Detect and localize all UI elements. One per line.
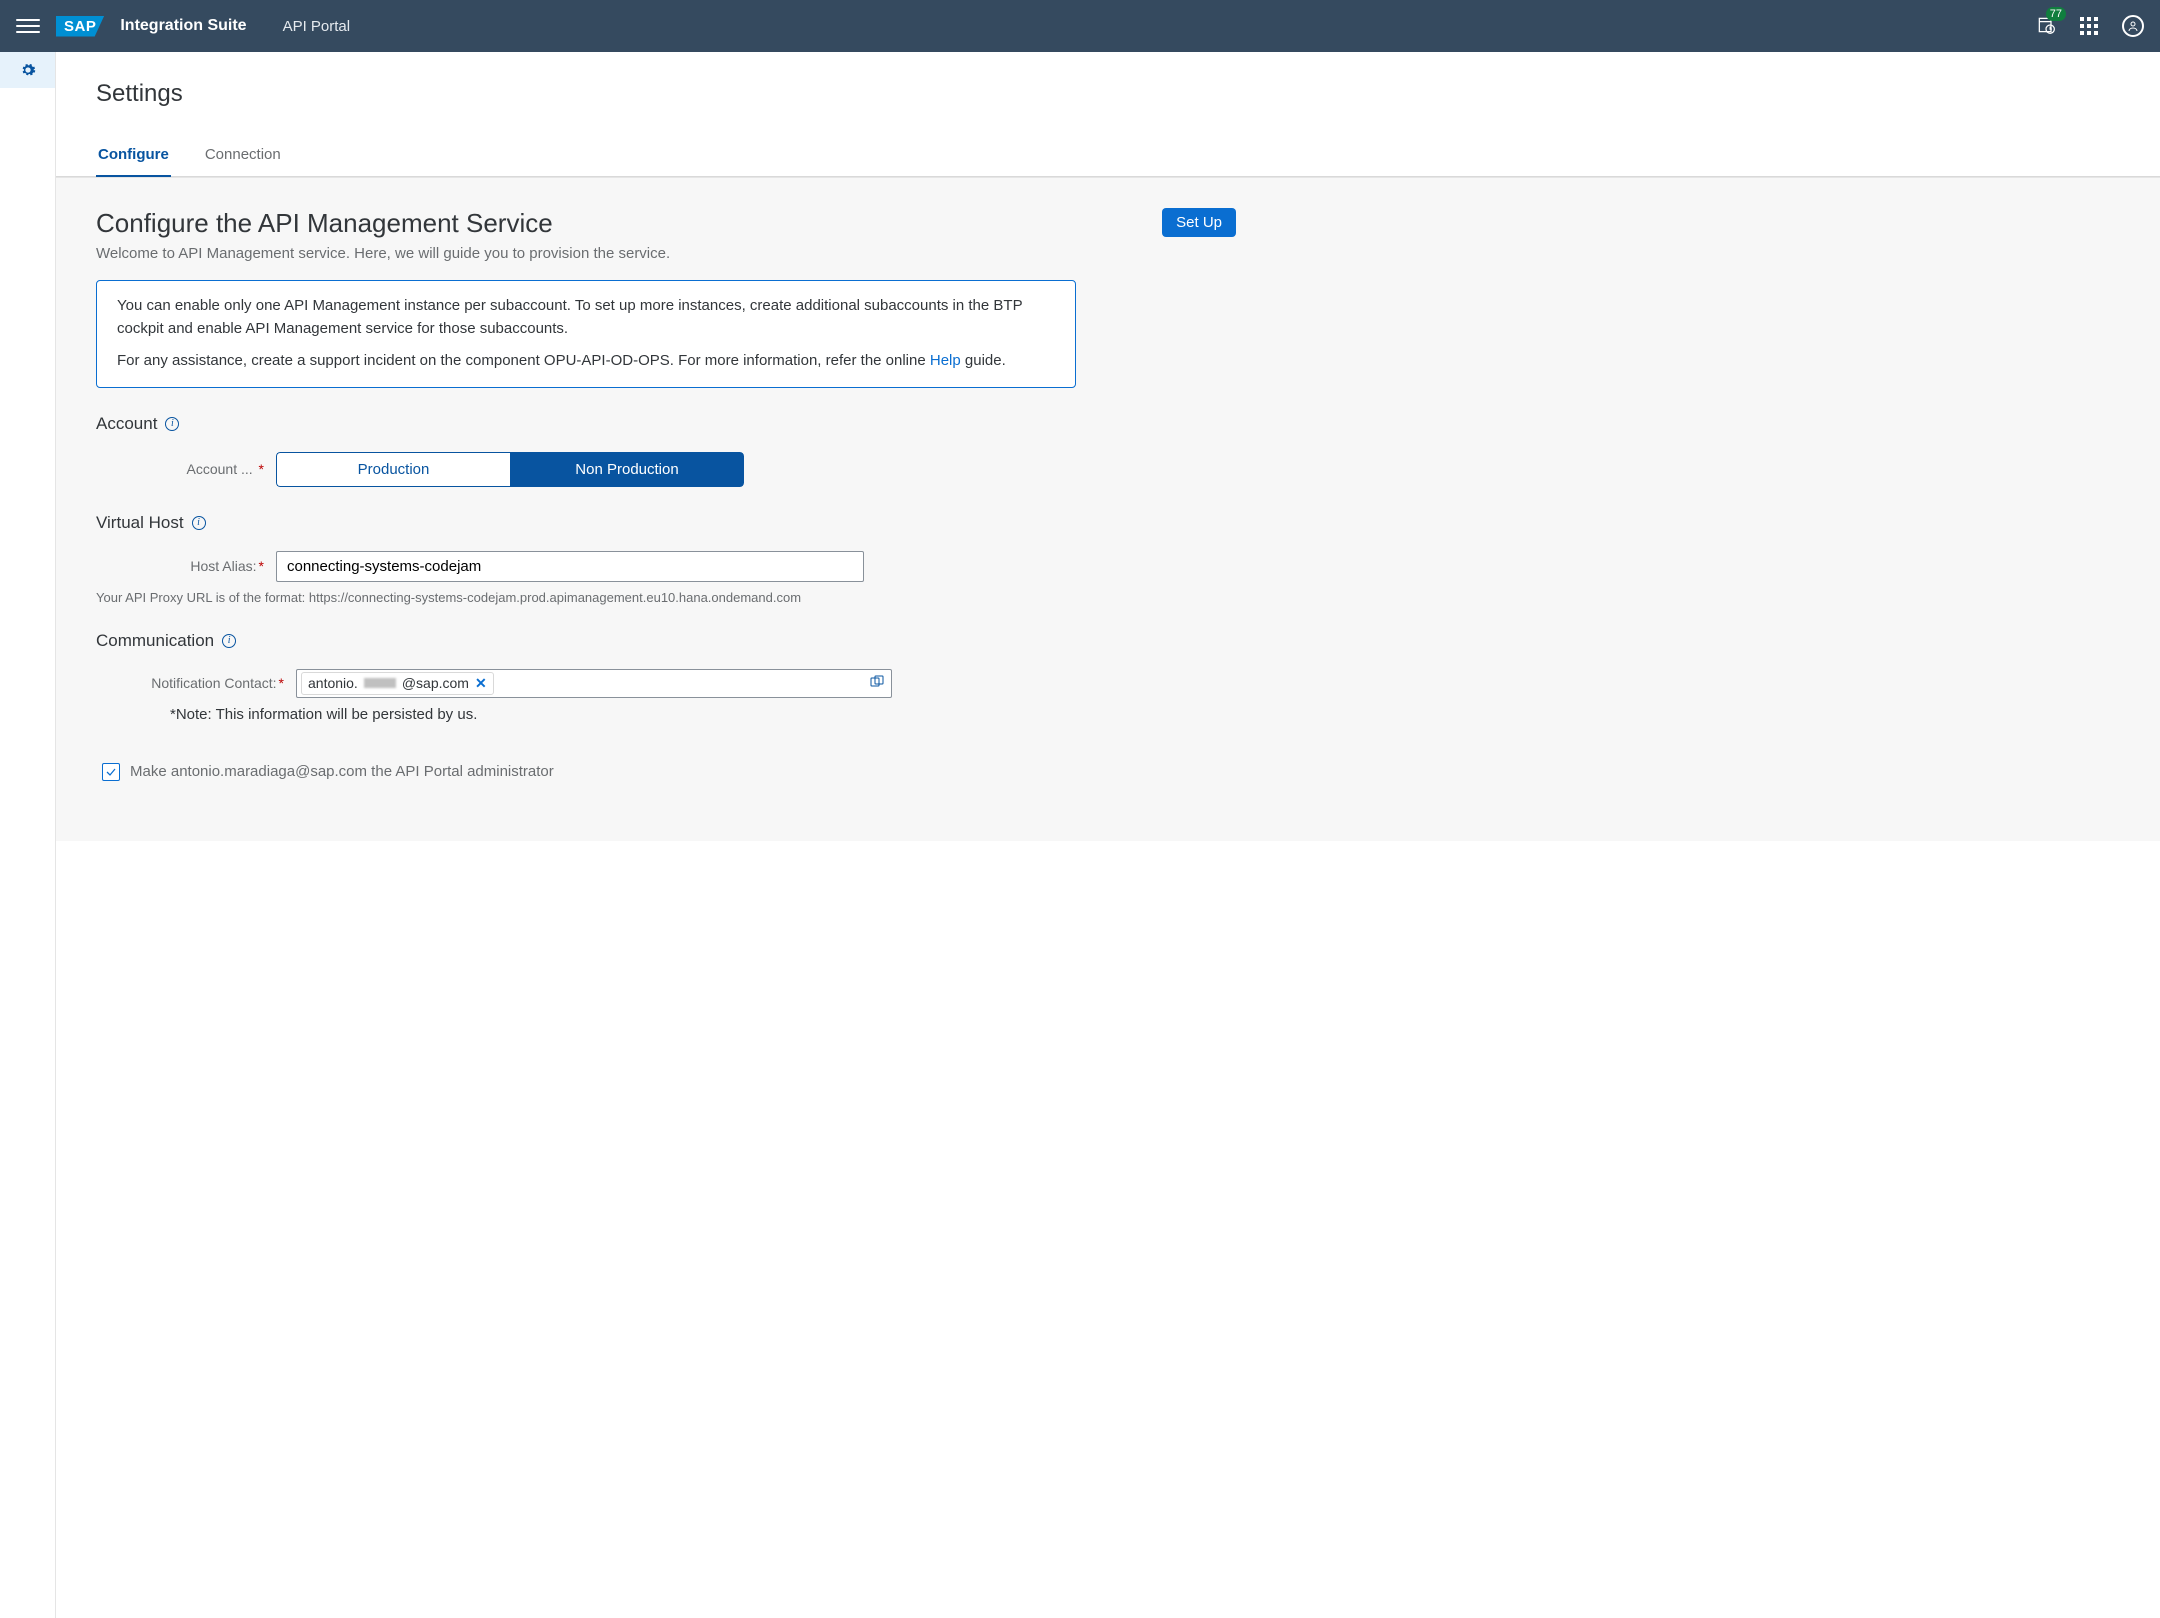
info-icon[interactable]: i xyxy=(192,516,206,530)
account-label: Account ... * xyxy=(96,461,276,477)
account-type-toggle: Production Non Production xyxy=(276,452,744,487)
value-help-icon[interactable] xyxy=(869,674,885,693)
vhost-section-title: Virtual Host i xyxy=(96,513,1236,533)
rail-settings-button[interactable] xyxy=(0,52,55,88)
notification-contact-label: Notification Contact:* xyxy=(96,675,296,691)
panel-subtitle: Welcome to API Management service. Here,… xyxy=(96,245,1142,262)
info-text-2: For any assistance, create a support inc… xyxy=(117,350,1055,373)
shell-bar: SAP Integration Suite API Portal 77 xyxy=(0,0,2160,52)
notification-contact-input[interactable]: antonio.@sap.com ✕ xyxy=(296,669,892,698)
content-area: Settings Configure Connection Configure … xyxy=(56,52,2160,1618)
info-icon[interactable]: i xyxy=(165,417,179,431)
account-section-title: Account i xyxy=(96,414,1236,434)
page-title: Settings xyxy=(96,80,2120,108)
notification-badge: 77 xyxy=(2046,7,2066,21)
contact-token[interactable]: antonio.@sap.com ✕ xyxy=(301,672,494,695)
admin-checkbox-label: Make antonio.maradiaga@sap.com the API P… xyxy=(130,763,554,780)
user-icon[interactable] xyxy=(2122,15,2144,37)
proxy-url-hint: Your API Proxy URL is of the format: htt… xyxy=(96,590,1236,605)
info-text-1: You can enable only one API Management i… xyxy=(117,295,1055,340)
remove-token-icon[interactable]: ✕ xyxy=(475,675,487,692)
left-rail xyxy=(0,52,56,1618)
gear-icon xyxy=(20,62,36,78)
redacted-text xyxy=(364,678,396,688)
tab-bar: Configure Connection xyxy=(56,136,2160,177)
info-box: You can enable only one API Management i… xyxy=(96,280,1076,388)
host-alias-input[interactable] xyxy=(276,551,864,582)
account-option-nonproduction[interactable]: Non Production xyxy=(510,452,744,487)
tab-connection[interactable]: Connection xyxy=(203,136,283,177)
suite-title: Integration Suite xyxy=(120,17,246,35)
account-option-production[interactable]: Production xyxy=(276,452,510,487)
sap-logo: SAP xyxy=(56,16,104,37)
setup-button[interactable]: Set Up xyxy=(1162,208,1236,237)
help-link[interactable]: Help xyxy=(930,352,961,369)
tab-configure[interactable]: Configure xyxy=(96,136,171,177)
check-icon xyxy=(105,766,117,778)
notifications-button[interactable]: 77 xyxy=(2036,15,2056,38)
panel-title: Configure the API Management Service xyxy=(96,208,1142,239)
app-launcher-icon[interactable] xyxy=(2080,17,2098,35)
shell-left: SAP Integration Suite API Portal xyxy=(16,14,350,38)
menu-icon[interactable] xyxy=(16,14,40,38)
portal-title: API Portal xyxy=(283,18,351,35)
info-icon[interactable]: i xyxy=(222,634,236,648)
admin-checkbox[interactable] xyxy=(102,763,120,781)
communication-section-title: Communication i xyxy=(96,631,1236,651)
host-alias-label: Host Alias:* xyxy=(96,558,276,574)
persist-note: *Note: This information will be persiste… xyxy=(170,706,1236,723)
shell-right: 77 xyxy=(2036,15,2144,38)
